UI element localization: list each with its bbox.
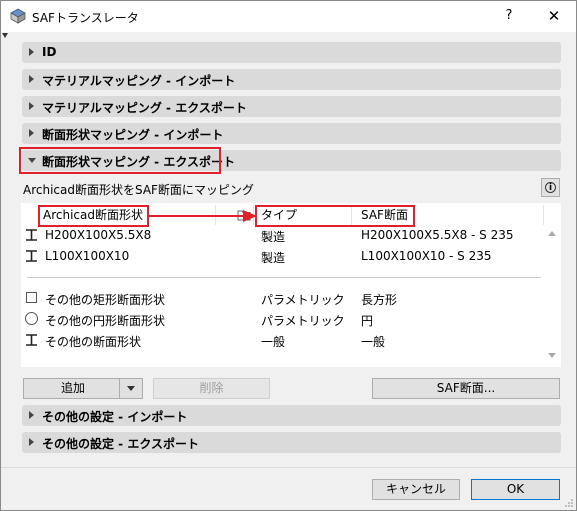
dropdown-arrow-icon[interactable] [119,379,142,398]
cancel-button[interactable]: キャンセル [372,479,460,500]
i-beam-icon [26,334,37,346]
mapping-arrow-icon [148,210,257,222]
table-row[interactable]: その他の矩形断面形状 パラメトリック 長方形 [21,288,541,308]
delete-button[interactable]: 削除 [153,378,270,399]
footer-divider [1,467,576,468]
section-label: マテリアルマッピング - エクスポート [42,101,247,115]
profile-type: 製造 [261,230,286,244]
highlight-box-section [19,147,221,174]
chevron-right-icon [29,411,34,419]
saf-translator-icon [10,8,26,24]
saf-section-value: 円 [361,314,374,328]
add-button[interactable]: 追加 [23,378,143,399]
section-label: その他の設定 - エクスポート [42,437,199,451]
title-bar: SAFトランスレータ ? ✕ [1,1,576,32]
highlight-box-saf-columns [255,205,415,227]
table-row[interactable]: その他の円形断面形状 パラメトリック 円 [21,309,541,329]
table-row[interactable]: L100X100X10 製造 L100X100X10 - S 235 [21,246,541,266]
i-beam-icon [26,250,37,262]
saf-section-value: L100X100X10 - S 235 [361,249,492,263]
profile-mapping-list[interactable]: Archicad断面形状 タイプ SAF断面 H200X100X5.5X8 製造… [21,203,561,367]
window-title: SAFトランスレータ [32,11,139,25]
profile-type: 製造 [261,251,286,265]
saf-section-value: 一般 [361,335,386,349]
profile-type: パラメトリック [261,314,345,328]
scroll-down-arrow[interactable] [548,353,556,358]
resize-corner-mark [2,33,8,38]
column-divider [543,205,544,225]
section-material-export[interactable]: マテリアルマッピング - エクスポート [22,96,561,117]
mapping-description: Archicad断面形状をSAF断面にマッピング [23,183,254,197]
chevron-right-icon [29,75,34,83]
section-profile-import[interactable]: 断面形状マッピング - インポート [22,123,561,144]
section-other-import[interactable]: その他の設定 - インポート [22,405,561,426]
saf-translator-dialog: SAFトランスレータ ? ✕ ID マテリアルマッピング - インポート マテリ… [0,0,577,511]
saf-section-value: H200X100X5.5X8 - S 235 [361,228,514,242]
add-button-label: 追加 [60,381,85,395]
profile-name: その他の矩形断面形状 [45,293,166,307]
profile-type: 一般 [261,335,286,349]
rectangle-icon [26,292,37,303]
info-button[interactable]: i [541,178,560,197]
table-row[interactable]: その他の断面形状 一般 一般 [21,330,541,350]
scroll-up-arrow[interactable] [548,231,556,236]
circle-icon [25,312,38,325]
section-label: その他の設定 - インポート [42,410,188,424]
section-label: 断面形状マッピング - インポート [42,128,224,142]
profile-name: L100X100X10 [45,249,130,263]
chevron-right-icon [29,48,34,56]
chevron-right-icon [29,438,34,446]
section-id[interactable]: ID [22,42,561,63]
profile-name: その他の断面形状 [45,335,142,349]
profile-name: その他の円形断面形状 [45,314,166,328]
section-material-import[interactable]: マテリアルマッピング - インポート [22,69,561,90]
resize-grip-icon[interactable] [564,498,574,508]
help-button[interactable]: ? [499,6,519,26]
profile-type: パラメトリック [261,293,345,307]
highlight-box-archicad-column [38,205,149,227]
section-other-export[interactable]: その他の設定 - エクスポート [22,432,561,453]
profile-name: H200X100X5.5X8 [45,228,152,242]
i-beam-icon [26,229,37,241]
ok-button[interactable]: OK [471,479,560,500]
chevron-right-icon [29,129,34,137]
list-separator [27,277,541,278]
section-label: マテリアルマッピング - インポート [42,74,236,88]
close-button[interactable]: ✕ [544,6,564,26]
info-icon: i [545,182,556,193]
chevron-right-icon [29,102,34,110]
table-row[interactable]: H200X100X5.5X8 製造 H200X100X5.5X8 - S 235 [21,225,541,245]
saf-section-value: 長方形 [361,293,398,307]
saf-section-button[interactable]: SAF断面... [372,378,560,399]
section-label: ID [42,45,57,59]
